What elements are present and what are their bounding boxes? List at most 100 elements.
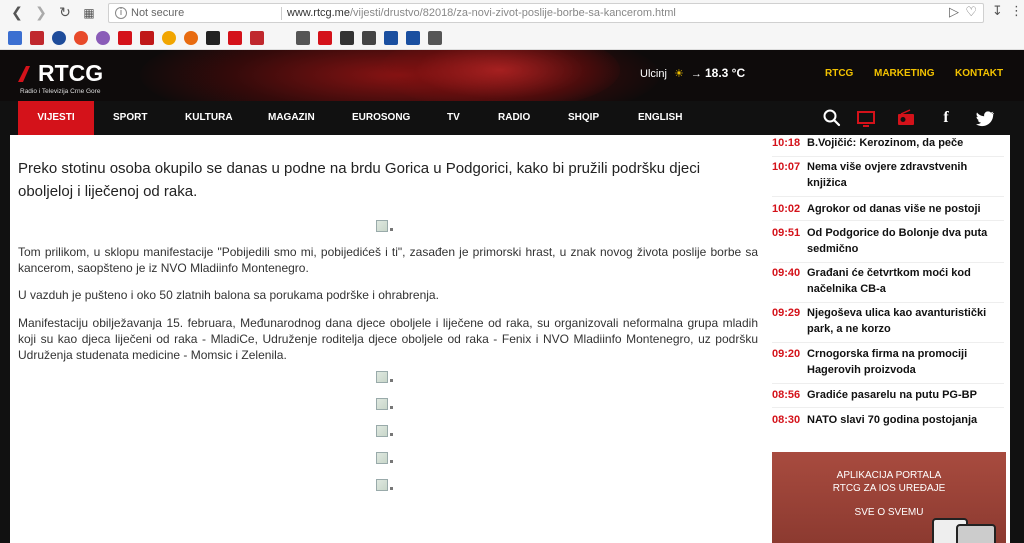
browser-toolbar: ❮ ❯ ↻ ▦ i Not secure www.rtcg.me/vijesti… — [0, 0, 1024, 26]
sun-icon: ☀ — [673, 68, 684, 80]
bookmark-orange-icon[interactable] — [74, 31, 88, 45]
main-nav: VIJESTI SPORT KULTURA MAGAZIN EUROSONG T… — [0, 101, 1024, 135]
twitter-icon[interactable] — [976, 108, 996, 128]
news-time: 10:02 — [772, 203, 801, 215]
weather-temp: 18.3 °C — [704, 66, 746, 80]
news-title[interactable]: NATO slavi 70 godina postojanja — [807, 412, 1007, 428]
heart-icon[interactable]: ♡ — [965, 5, 977, 20]
latest-news-sidebar: 10:18 B.Vojičić: Kerozinom, da peče 10:0… — [766, 135, 1010, 543]
bookmark-fire-icon[interactable] — [318, 31, 332, 45]
weather-city: Ulcinj — [640, 68, 667, 80]
nav-item-sport[interactable]: SPORT — [113, 101, 147, 135]
site-header: RTCG Radio i Televizija Crne Gore Ulcinj… — [0, 50, 1024, 101]
news-title[interactable]: Gradiće pasarelu na putu PG-BP — [807, 387, 1007, 403]
broken-image-icon — [376, 371, 394, 385]
bookmark-hand-icon[interactable] — [406, 31, 420, 45]
news-title[interactable]: Njegoševa ulica kao avanturistički park,… — [807, 305, 1007, 337]
bookmark-clock-icon[interactable] — [184, 31, 198, 45]
forward-arrow-icon[interactable]: ❯ — [32, 4, 50, 22]
news-divider — [772, 220, 1004, 221]
url-host: www.rtcg.me — [287, 7, 350, 19]
rtcg-logo[interactable]: RTCG Radio i Televizija Crne Gore — [16, 58, 116, 98]
promo-line-2: RTCG ZA IOS UREĐAJE — [832, 483, 946, 494]
news-time: 08:56 — [772, 389, 801, 401]
nav-item-tv[interactable]: TV — [447, 101, 460, 135]
bookmark-s-icon[interactable] — [206, 31, 220, 45]
news-title[interactable]: B.Vojičić: Kerozinom, da peče — [807, 135, 1007, 151]
bookmark-page-icon[interactable] — [428, 31, 442, 45]
bookmark-a-icon[interactable] — [118, 31, 132, 45]
send-icon[interactable]: ▷ — [949, 5, 959, 20]
bookmark-docs-icon[interactable] — [8, 31, 22, 45]
news-title[interactable]: Crnogorska firma na promociji Hagerovih … — [807, 346, 1007, 378]
news-time: 08:30 — [772, 414, 801, 426]
news-time: 10:18 — [772, 137, 801, 149]
broken-image-icon — [376, 398, 394, 412]
broken-image-icon — [376, 220, 394, 234]
nav-item-english[interactable]: ENGLISH — [638, 101, 682, 135]
header-link-marketing[interactable]: MARKETING — [874, 68, 935, 79]
bookmark-flag-icon[interactable] — [362, 31, 376, 45]
news-title[interactable]: Agrokor od danas više ne postoji — [807, 201, 1007, 217]
radio-icon[interactable] — [896, 108, 916, 128]
nav-item-vijesti[interactable]: VIJESTI — [18, 101, 94, 135]
logo-mark-icon — [18, 66, 30, 82]
article-paragraph: Tom prilikom, u sklopu manifestacije "Po… — [18, 245, 758, 275]
nav-item-magazin[interactable]: MAGAZIN — [268, 101, 315, 135]
news-time: 09:20 — [772, 348, 801, 360]
nav-item-shqip[interactable]: SHQIP — [568, 101, 599, 135]
promo-line-3: SVE O SVEMU — [854, 507, 924, 518]
tv-icon[interactable] — [856, 108, 876, 128]
broken-image-icon — [376, 452, 394, 466]
news-title[interactable]: Od Podgorice do Bolonje dva puta sedmičn… — [807, 225, 1007, 257]
header-glow-inner — [380, 50, 620, 101]
weather-widget: Ulcinj ☀ → 18.3 °C — [640, 66, 745, 80]
grid-icon[interactable]: ▦ — [80, 4, 98, 22]
download-icon[interactable]: ↧ — [992, 4, 1003, 19]
news-divider — [772, 383, 1004, 384]
bookmark-doc-icon[interactable] — [296, 31, 310, 45]
article-lead: Preko stotinu osoba okupilo se danas u p… — [18, 160, 701, 200]
news-divider — [772, 156, 1004, 157]
nav-item-eurosong[interactable]: EUROSONG — [352, 101, 410, 135]
news-title[interactable]: Nema više ovjere zdravstvenih knjižica — [807, 159, 1007, 191]
news-time: 09:51 — [772, 227, 801, 239]
bookmark-video-icon[interactable] — [140, 31, 154, 45]
header-link-rtcg[interactable]: RTCG — [825, 68, 853, 79]
address-bar[interactable]: i Not secure www.rtcg.me/vijesti/drustvo… — [108, 3, 984, 23]
article-paragraph: Manifestaciju obilježavanja 15. februara… — [18, 316, 758, 362]
nav-item-radio[interactable]: RADIO — [498, 101, 530, 135]
news-divider — [772, 262, 1004, 263]
bookmark-red-icon[interactable] — [30, 31, 44, 45]
logo-tagline: Radio i Televizija Crne Gore — [20, 88, 101, 95]
page-right-gutter — [1010, 135, 1024, 543]
back-arrow-icon[interactable]: ❮ — [8, 4, 26, 22]
news-divider — [772, 302, 1004, 303]
article-paragraph: U vazduh je pušteno i oko 50 zlatnih bal… — [18, 288, 439, 302]
menu-icon[interactable]: ⋮ — [1010, 4, 1023, 19]
info-icon[interactable]: i — [115, 7, 127, 19]
news-title[interactable]: Građani će četvrtkom moći kod načelnika … — [807, 265, 1007, 297]
ios-app-promo-banner[interactable]: APLIKACIJA PORTALA RTCG ZA IOS UREĐAJE S… — [772, 452, 1006, 543]
bookmark-f-icon[interactable] — [250, 31, 264, 45]
bookmark-i-icon[interactable] — [162, 31, 176, 45]
arrow-icon: → — [690, 68, 702, 80]
news-time: 09:29 — [772, 307, 801, 319]
url-text[interactable]: www.rtcg.me/vijesti/drustvo/82018/za-nov… — [287, 7, 676, 19]
header-link-kontakt[interactable]: KONTAKT — [955, 68, 1003, 79]
page-left-gutter — [0, 135, 10, 543]
url-path: /vijesti/drustvo/82018/za-novi-zivot-pos… — [349, 7, 676, 19]
address-separator — [281, 7, 282, 20]
bookmark-book-icon[interactable] — [384, 31, 398, 45]
facebook-icon[interactable]: f — [936, 108, 956, 128]
bookmark-v-icon[interactable] — [52, 31, 66, 45]
bookmark-w-icon[interactable] — [96, 31, 110, 45]
tablet-icon — [956, 524, 996, 543]
bookmark-briefcase-icon[interactable] — [340, 31, 354, 45]
bookmark-k-icon[interactable] — [228, 31, 242, 45]
promo-line-1: APLIKACIJA PORTALA — [836, 470, 942, 481]
reload-icon[interactable]: ↻ — [56, 4, 74, 22]
search-icon[interactable] — [822, 108, 842, 128]
nav-item-kultura[interactable]: KULTURA — [185, 101, 233, 135]
news-time: 10:07 — [772, 161, 801, 173]
